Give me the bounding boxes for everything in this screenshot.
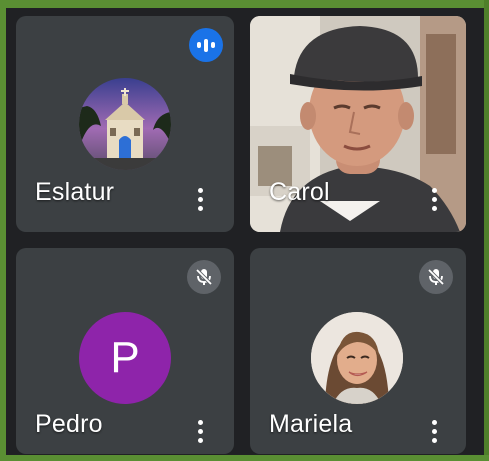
more-options-icon[interactable] [191, 184, 209, 214]
screen-border [0, 455, 489, 461]
more-options-icon[interactable] [425, 416, 443, 446]
avatar [79, 78, 171, 170]
avatar: P [79, 312, 171, 404]
woman-avatar-image [311, 312, 403, 404]
avatar-letter: P [110, 333, 140, 382]
mic-off-icon [419, 260, 453, 294]
participant-name: Carol [269, 178, 330, 206]
avatar [311, 312, 403, 404]
participant-name: Pedro [35, 410, 103, 438]
participant-name: Mariela [269, 410, 353, 438]
more-options-icon[interactable] [425, 184, 443, 214]
screen-border [0, 0, 6, 461]
church-avatar-image [79, 78, 171, 170]
speaking-indicator-icon [189, 28, 223, 62]
mic-off-icon [187, 260, 221, 294]
participant-tile-mariela[interactable]: Mariela [250, 248, 466, 454]
participant-tile-pedro[interactable]: P Pedro [16, 248, 234, 454]
screen-border [0, 0, 489, 8]
participant-tile-carol[interactable]: Carol [250, 16, 466, 232]
more-options-icon[interactable] [191, 416, 209, 446]
participant-name: Eslatur [35, 178, 115, 206]
participant-tile-eslatur[interactable]: Eslatur [16, 16, 234, 232]
screen-border [484, 0, 489, 461]
meeting-grid: Eslatur Carol P Pedro Mariela [0, 0, 489, 461]
